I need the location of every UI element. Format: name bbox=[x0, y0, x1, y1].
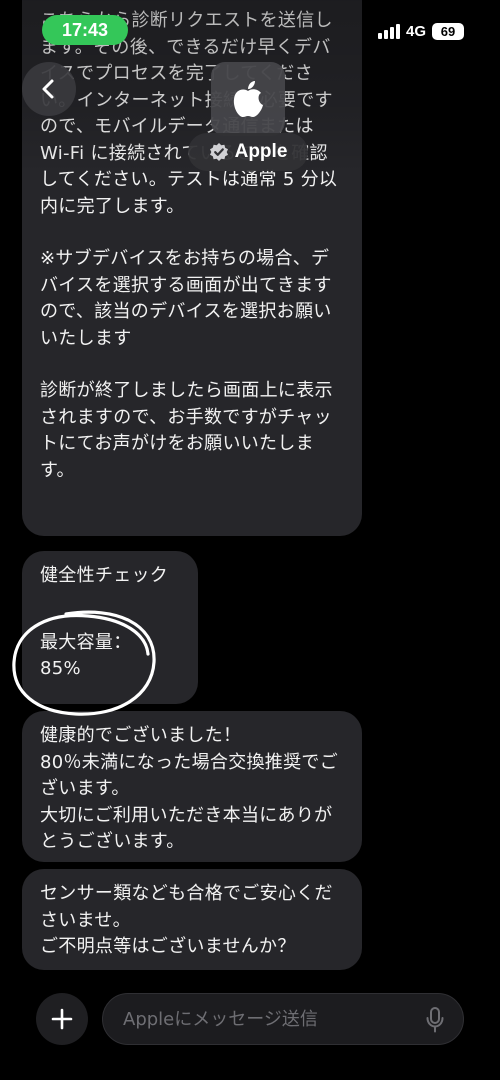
microphone-icon[interactable] bbox=[425, 1007, 445, 1033]
message-bubble-3: 健康的でございました！ 80％未満になった場合交換推奨でございます。 大切にご利… bbox=[22, 711, 362, 862]
message-text: 健全性チェック bbox=[40, 565, 169, 586]
chevron-left-icon bbox=[42, 79, 54, 99]
add-attachment-button[interactable] bbox=[36, 993, 88, 1045]
back-button[interactable] bbox=[22, 62, 76, 116]
max-capacity-text: 最大容量： 85% bbox=[40, 631, 132, 680]
status-time[interactable]: 17:43 bbox=[42, 15, 128, 45]
chat-screen: こちらから診断リクエストを送信します。その後、できるだけ早くデバイスでプロセスを… bbox=[0, 0, 500, 1080]
verified-badge-icon bbox=[209, 143, 228, 161]
message-text: ※サブデバイスをお持ちの場合、デバイスを選択する画面が出てきますので、該当のデバ… bbox=[40, 248, 332, 349]
battery-icon: 69 bbox=[432, 22, 464, 40]
message-input-container[interactable] bbox=[102, 993, 464, 1045]
message-text: 診断が終了しましたら画面上に表示されますので、お手数ですがチャットにてお声がけを… bbox=[40, 380, 333, 481]
apple-logo-icon bbox=[233, 81, 263, 117]
plus-icon bbox=[51, 1008, 73, 1030]
message-bubble-4: センサー類なども合格でご安心くださいませ。 ご不明点等はございませんか？ bbox=[22, 869, 362, 970]
contact-name-pill[interactable]: Apple bbox=[188, 133, 308, 171]
message-input[interactable] bbox=[123, 994, 413, 1044]
contact-name: Apple bbox=[234, 141, 288, 162]
message-bubble-2: 健全性チェック 最大容量： 85% bbox=[22, 551, 198, 704]
message-text: センサー類なども合格でご安心くださいませ。 ご不明点等はございませんか？ bbox=[40, 883, 333, 957]
status-indicators: 4G 69 bbox=[377, 21, 464, 41]
signal-icon bbox=[377, 23, 400, 39]
contact-avatar[interactable] bbox=[211, 62, 285, 136]
message-text: 健康的でございました！ 80％未満になった場合交換推奨でございます。 大切にご利… bbox=[40, 725, 339, 852]
network-type: 4G bbox=[405, 22, 426, 40]
